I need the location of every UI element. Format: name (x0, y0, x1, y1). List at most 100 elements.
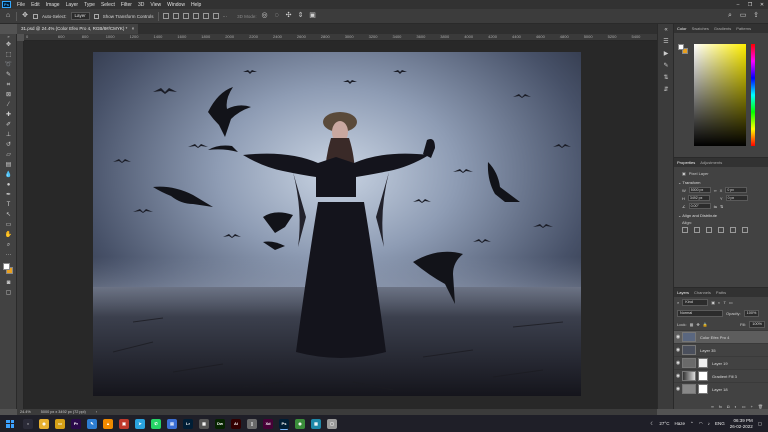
align-center-icon[interactable] (202, 13, 209, 19)
clock[interactable]: 06:39 PM 26-02-2022 (730, 418, 753, 430)
link-icon[interactable]: ∞ (714, 188, 717, 193)
menu-3d[interactable]: 3D (135, 2, 147, 8)
app-cyan-icon[interactable]: ▩ (311, 418, 321, 429)
angle-field[interactable]: 0.00° (688, 203, 711, 209)
add-mask-icon[interactable]: ◘ (727, 404, 729, 409)
search-app-icon[interactable]: ○ (23, 418, 33, 429)
align-bottom-icon[interactable] (182, 13, 189, 19)
visibility-eye-icon[interactable]: ◉ (674, 373, 682, 379)
flip-horizontal-icon[interactable]: ⇋ (714, 204, 717, 209)
layer-row[interactable]: ◉ Gradient Fill 3 (674, 369, 768, 382)
move-tool-icon[interactable]: ✥ (2, 40, 15, 50)
tab-layers[interactable]: Layers (677, 290, 689, 295)
visibility-eye-icon[interactable]: ◉ (674, 334, 682, 340)
healing-brush-icon[interactable]: ✚ (2, 110, 15, 120)
search-icon[interactable]: ⌕ (726, 12, 734, 20)
workspace-icon[interactable]: ▭ (739, 12, 747, 20)
lasso-tool-icon[interactable]: ➰ (2, 60, 15, 70)
opacity-field[interactable]: 100% (743, 310, 760, 317)
tab-patterns[interactable]: Patterns (736, 26, 751, 31)
language-indicator[interactable]: ENG (715, 421, 725, 426)
tab-paths[interactable]: Paths (716, 290, 726, 295)
quick-mask-icon[interactable]: ◙ (2, 278, 15, 288)
fill-field[interactable]: 100% (749, 321, 765, 328)
history-brush-icon[interactable]: ↺ (2, 140, 15, 150)
zoom-tool-icon[interactable]: ⌕ (2, 240, 15, 250)
trash-icon[interactable]: 🗑 (758, 404, 763, 409)
filter-type-icon[interactable]: T (723, 300, 725, 305)
auto-select-target-dropdown[interactable]: Layer (70, 12, 90, 20)
app-blue-icon[interactable]: ▤ (167, 418, 177, 429)
type-tool-icon[interactable]: T (2, 200, 15, 210)
info-icon[interactable]: ⇵ (658, 84, 674, 96)
photoshop-icon[interactable]: Ps (279, 418, 289, 429)
link-layers-icon[interactable]: ∞ (711, 404, 714, 409)
auto-select-checkbox[interactable] (33, 13, 38, 19)
screen-mode-icon[interactable]: ▢ (2, 288, 15, 298)
3d-slide-icon[interactable]: ⇕ (297, 12, 305, 20)
adjustments-icon[interactable]: ⇅ (658, 72, 674, 84)
menu-filter[interactable]: Filter (118, 2, 135, 8)
flip-vertical-icon[interactable]: ⇅ (720, 204, 723, 209)
weather-icon[interactable]: ☾ (650, 421, 654, 427)
close-tab-icon[interactable]: × (132, 26, 135, 31)
align-top-edges-icon[interactable] (718, 227, 724, 233)
3d-orbit-icon[interactable]: ◎ (261, 12, 269, 20)
menu-type[interactable]: Type (81, 2, 98, 8)
filter-adjust-icon[interactable]: ◐ (718, 300, 720, 305)
notifications-icon[interactable]: ▢ (758, 421, 762, 427)
path-select-icon[interactable]: ↖ (2, 210, 15, 220)
weather-temp[interactable]: 27°C (659, 421, 669, 426)
actions-icon[interactable]: ▶ (658, 48, 674, 60)
lock-all-icon[interactable]: 🔒 (703, 322, 708, 327)
align-top-icon[interactable] (162, 13, 169, 19)
chrome-icon[interactable]: ◉ (39, 418, 49, 429)
visibility-eye-icon[interactable]: ◉ (674, 360, 682, 366)
explorer-icon[interactable]: ▭ (55, 418, 65, 429)
layer-row[interactable]: ◉ Layer 35 (674, 343, 768, 356)
filter-shape-icon[interactable]: ▭ (729, 300, 733, 305)
align-bottom-edges-icon[interactable] (742, 227, 748, 233)
blur-tool-icon[interactable]: 💧 (2, 170, 15, 180)
3d-roll-icon[interactable]: ◌ (273, 12, 281, 20)
restore-button[interactable]: ❐ (744, 2, 756, 8)
visibility-eye-icon[interactable]: ◉ (674, 347, 682, 353)
tab-color[interactable]: Color (677, 26, 687, 31)
filter-pixel-icon[interactable]: ▣ (711, 300, 715, 305)
brush-tool-icon[interactable]: ✐ (2, 120, 15, 130)
menu-layer[interactable]: Layer (63, 2, 82, 8)
layer-row[interactable]: ◉ Color Efex Pro 4 (674, 330, 768, 343)
close-button[interactable]: ✕ (756, 2, 768, 8)
tab-properties[interactable]: Properties (677, 160, 695, 165)
frame-tool-icon[interactable]: ⊠ (2, 90, 15, 100)
document-tab[interactable]: 31.psd @ 24.4% (Color Efex Pro 4, RGB/8#… (17, 24, 139, 34)
wifi-icon[interactable]: ◠ (699, 421, 703, 427)
foreground-color-swatch[interactable] (3, 263, 10, 270)
x-field[interactable]: 0 px (725, 187, 748, 193)
paint-icon[interactable]: ✎ (87, 418, 97, 429)
align-horizontal-centers-icon[interactable] (694, 227, 700, 233)
crop-tool-icon[interactable]: ⌗ (2, 80, 15, 90)
show-transform-checkbox[interactable] (93, 13, 99, 19)
layer-row[interactable]: ◉ Layer 19 (674, 356, 768, 369)
vlc-icon[interactable]: ▲ (103, 418, 113, 429)
clone-stamp-icon[interactable]: ⊥ (2, 130, 15, 140)
dreamweaver-icon[interactable]: Dw (215, 418, 225, 429)
tab-adjustments[interactable]: Adjustments (700, 160, 722, 165)
menu-edit[interactable]: Edit (28, 2, 43, 8)
tab-gradients[interactable]: Gradients (714, 26, 731, 31)
color-picker-field[interactable] (694, 44, 746, 146)
weather-text[interactable]: Haze (674, 421, 685, 426)
lock-position-icon[interactable]: ✥ (696, 322, 699, 327)
marquee-tool-icon[interactable]: ⬚ (2, 50, 15, 60)
3d-pan-icon[interactable]: ✣ (285, 12, 293, 20)
menu-help[interactable]: Help (188, 2, 204, 8)
blend-mode-dropdown[interactable]: Normal (677, 310, 723, 317)
align-vertical-centers-icon[interactable] (730, 227, 736, 233)
visibility-eye-icon[interactable]: ◉ (674, 386, 682, 392)
tab-swatches[interactable]: Swatches (692, 26, 709, 31)
hand-tool-icon[interactable]: ✋ (2, 230, 15, 240)
align-header[interactable]: ⌄ Align and Distribute (674, 210, 768, 219)
align-left-icon[interactable] (192, 13, 199, 19)
group-icon[interactable]: ▭ (742, 404, 746, 409)
